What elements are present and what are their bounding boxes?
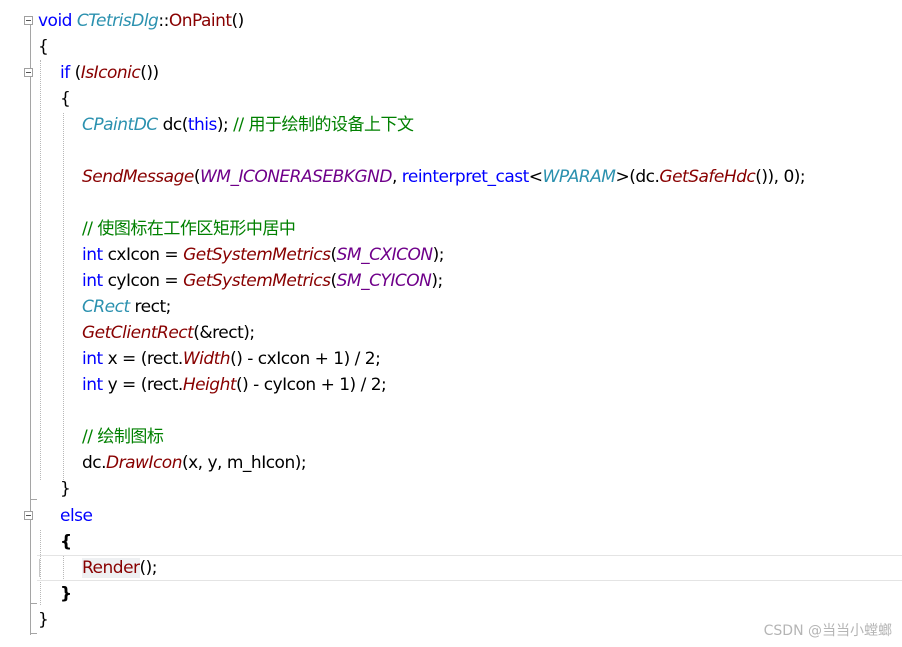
keyword-token: reinterpret_cast [401, 167, 530, 187]
code-text: y = (rect. [102, 375, 184, 395]
code-text: ); [216, 115, 234, 135]
type-token: CPaintDC [82, 115, 158, 135]
keyword-token: void [38, 11, 72, 31]
brace-token: } [38, 610, 49, 630]
comment-token: // 用于绘制的设备上下文 [233, 115, 414, 135]
function-token: GetClientRect [82, 323, 194, 343]
code-line-11[interactable]: int cyIcon = GetSystemMetrics(SM_CYICON)… [82, 268, 443, 294]
collapse-icon[interactable] [24, 68, 33, 77]
collapse-icon[interactable] [24, 511, 33, 520]
brace-token: { [38, 37, 49, 57]
code-line-2[interactable]: { [38, 34, 49, 60]
code-line-14[interactable]: int x = (rect.Width() - cxIcon + 1) / 2; [82, 346, 381, 372]
keyword-token: int [82, 349, 103, 369]
code-line-17[interactable]: // 绘制图标 [82, 424, 164, 450]
fold-end-marker [30, 633, 37, 634]
code-text: ); [431, 271, 443, 291]
code-line-15[interactable]: int y = (rect.Height() - cyIcon + 1) / 2… [82, 372, 387, 398]
code-text: dc. [82, 453, 107, 473]
paren-token: () [231, 11, 245, 31]
function-token: DrawIcon [106, 453, 182, 473]
code-line-13[interactable]: GetClientRect(&rect); [82, 320, 255, 346]
code-text: ); [432, 245, 445, 265]
function-token: GetSystemMetrics [183, 245, 331, 265]
code-text: , [391, 167, 402, 187]
function-token: Height [182, 375, 237, 395]
code-text: ()), 0); [755, 167, 806, 187]
code-line-1[interactable]: void CTetrisDlg::OnPaint() [38, 8, 244, 34]
keyword-token: int [82, 245, 103, 265]
function-token: OnPaint [168, 11, 232, 31]
collapse-icon[interactable] [24, 16, 33, 25]
code-line-18[interactable]: dc.DrawIcon(x, y, m_hIcon); [82, 450, 307, 476]
code-editor[interactable]: void CTetrisDlg::OnPaint() { if (IsIconi… [0, 0, 902, 647]
comment-token: // 使图标在工作区矩形中居中 [82, 219, 296, 239]
function-token: SendMessage [82, 167, 194, 187]
keyword-token: else [60, 506, 93, 526]
type-token: CRect [82, 297, 130, 317]
code-text: (x, y, m_hIcon); [181, 453, 307, 473]
code-line-9[interactable]: // 使图标在工作区矩形中居中 [82, 216, 296, 242]
indent-guide [40, 60, 41, 480]
code-line-21[interactable]: { [60, 529, 72, 555]
code-line-12[interactable]: CRect rect; [82, 294, 171, 320]
keyword-token: if [60, 63, 70, 83]
function-token: Render [82, 558, 140, 578]
macro-token: WM_ICONERASEBKGND [199, 167, 392, 187]
code-line-3[interactable]: if (IsIconic()) [60, 60, 159, 86]
brace-token: { [60, 89, 71, 109]
code-text: ()) [140, 63, 159, 83]
code-text: < [528, 167, 543, 187]
code-line-19[interactable]: } [60, 476, 71, 502]
function-token: IsIconic [80, 63, 141, 83]
code-line-5[interactable]: CPaintDC dc(this); // 用于绘制的设备上下文 [82, 112, 414, 138]
function-token: GetSystemMetrics [183, 271, 331, 291]
code-text: (&rect); [193, 323, 255, 343]
code-text: (); [139, 558, 158, 578]
fold-end-marker [30, 499, 37, 500]
code-text: () - cyIcon + 1) / 2; [236, 375, 387, 395]
keyword-token: int [82, 271, 103, 291]
code-text: cyIcon = [102, 271, 184, 291]
brace-token: } [60, 584, 72, 604]
code-line-7[interactable]: SendMessage(WM_ICONERASEBKGND, reinterpr… [82, 164, 806, 190]
macro-token: SM_CXICON [336, 245, 433, 265]
code-text: () - cxIcon + 1) / 2; [230, 349, 381, 369]
code-text: dc( [157, 115, 189, 135]
code-text: x = (rect. [102, 349, 184, 369]
function-token: GetSafeHdc [659, 167, 756, 187]
code-line-4[interactable]: { [60, 86, 71, 112]
class-token: CTetrisDlg [76, 11, 159, 31]
code-text: rect; [129, 297, 172, 317]
keyword-token: int [82, 375, 103, 395]
indent-guide [63, 113, 64, 480]
macro-token: SM_CYICON [336, 271, 432, 291]
code-line-22[interactable]: Render(); [82, 555, 158, 581]
brace-token: } [60, 479, 71, 499]
brace-token: { [60, 532, 72, 552]
code-line-20[interactable]: else [60, 503, 93, 529]
scope-token: :: [158, 11, 169, 31]
watermark: CSDN @当当小螳螂 [763, 623, 892, 639]
code-text: cxIcon = [102, 245, 184, 265]
current-line-highlight [37, 555, 902, 581]
function-token: Width [182, 349, 231, 369]
type-token: WPARAM [542, 167, 616, 187]
caret-line-marker [39, 559, 40, 577]
comment-token: // 绘制图标 [82, 427, 164, 447]
code-line-10[interactable]: int cxIcon = GetSystemMetrics(SM_CXICON)… [82, 242, 444, 268]
code-line-24[interactable]: } [38, 607, 49, 633]
code-line-23[interactable]: } [60, 581, 72, 607]
fold-end-marker [30, 603, 37, 604]
fold-gutter-line [30, 20, 31, 635]
code-text: ( [69, 63, 82, 83]
keyword-token: this [187, 115, 218, 135]
code-text: >(dc. [615, 167, 660, 187]
